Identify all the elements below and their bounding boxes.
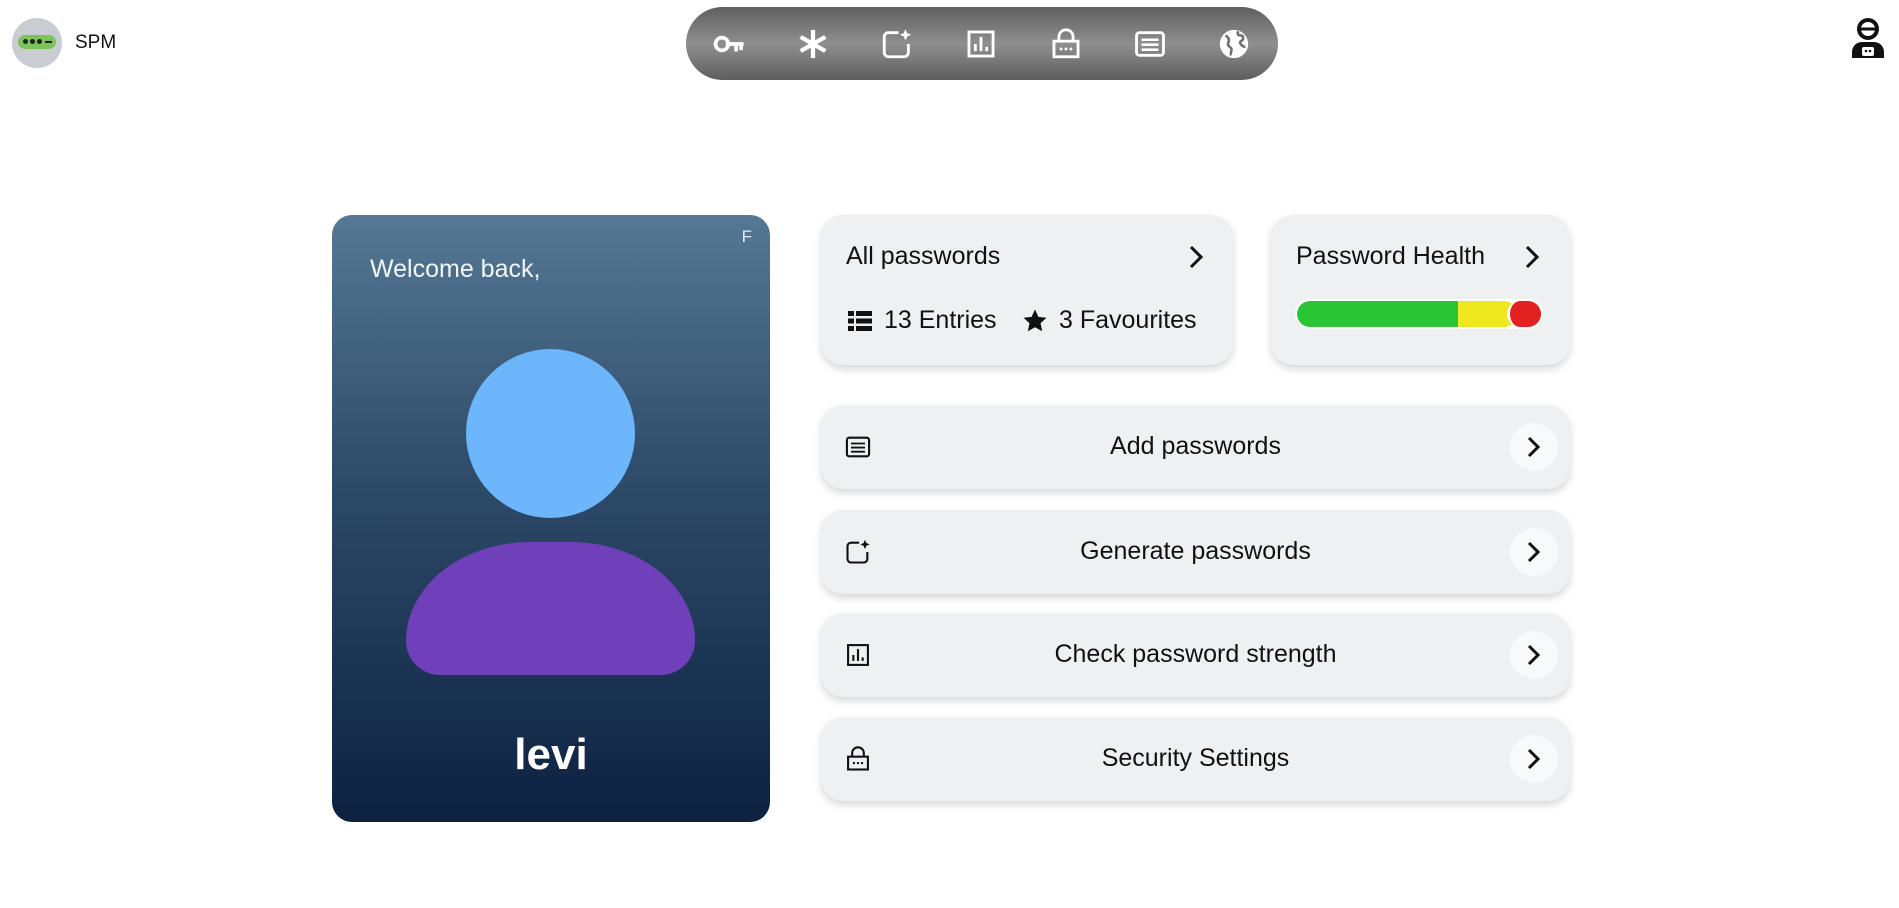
toolbar-passwords-button[interactable] xyxy=(707,22,751,66)
all-passwords-card[interactable]: All passwords 13 Entries 3 Favourites xyxy=(821,215,1233,365)
entries-count: 13 Entries xyxy=(847,306,997,335)
globe-icon xyxy=(1219,29,1249,58)
add-passwords-button[interactable]: Add passwords xyxy=(821,405,1570,489)
check-strength-chevron[interactable] xyxy=(1510,631,1558,679)
security-settings-button[interactable]: Security Settings xyxy=(821,717,1570,801)
toolbar-add-button[interactable] xyxy=(1128,22,1172,66)
key-icon xyxy=(713,35,744,52)
avatar-body xyxy=(406,542,695,675)
generate-sparkle-icon xyxy=(883,28,912,58)
chevron-right-icon xyxy=(1527,644,1541,666)
list-form-icon xyxy=(1134,30,1165,57)
add-passwords-chevron[interactable] xyxy=(1510,423,1558,471)
toolbar-asterisk-button[interactable] xyxy=(791,22,835,66)
chevron-right-icon xyxy=(1527,541,1541,563)
chevron-right-icon xyxy=(1527,436,1541,458)
toolbar-generate-button[interactable] xyxy=(875,22,919,66)
username: levi xyxy=(514,730,588,779)
add-passwords-label: Add passwords xyxy=(1110,432,1281,460)
brand-name: SPM xyxy=(75,32,117,53)
favourites-label: 3 Favourites xyxy=(1059,306,1197,334)
generate-passwords-button[interactable]: Generate passwords xyxy=(821,510,1570,594)
lock-icon xyxy=(1052,27,1080,58)
list-icon xyxy=(848,310,872,331)
user-account-icon[interactable] xyxy=(1848,16,1888,58)
chevron-right-icon[interactable] xyxy=(1521,243,1543,271)
main-toolbar xyxy=(686,7,1278,80)
welcome-text: Welcome back, xyxy=(370,255,541,283)
password-health-title: Password Health xyxy=(1296,242,1485,270)
health-segment-weak xyxy=(1507,301,1541,327)
chevron-right-icon xyxy=(1527,748,1541,770)
toolbar-strength-button[interactable] xyxy=(959,22,1003,66)
chevron-right-icon[interactable] xyxy=(1185,243,1207,271)
entries-label: 13 Entries xyxy=(884,306,997,334)
password-health-card[interactable]: Password Health xyxy=(1271,215,1570,365)
security-settings-label: Security Settings xyxy=(1101,744,1290,772)
password-health-bar xyxy=(1295,299,1543,329)
asterisk-icon xyxy=(799,29,827,58)
toolbar-web-button[interactable] xyxy=(1212,22,1256,66)
favourites-count: 3 Favourites xyxy=(1022,306,1197,335)
check-strength-button[interactable]: Check password strength xyxy=(821,613,1570,697)
password-dots-icon xyxy=(12,18,62,68)
toolbar-security-button[interactable] xyxy=(1044,22,1088,66)
bar-chart-icon xyxy=(968,30,995,57)
brand[interactable]: SPM xyxy=(12,18,116,68)
check-strength-label: Check password strength xyxy=(1054,640,1337,668)
profile-card: F Welcome back, levi xyxy=(332,215,770,822)
security-settings-chevron[interactable] xyxy=(1510,735,1558,783)
profile-flag: F xyxy=(741,227,752,246)
health-segment-strong xyxy=(1297,301,1458,327)
star-icon xyxy=(1023,309,1047,331)
generate-passwords-chevron[interactable] xyxy=(1510,528,1558,576)
all-passwords-title: All passwords xyxy=(846,242,1001,270)
avatar-head xyxy=(466,349,635,518)
generate-passwords-label: Generate passwords xyxy=(1080,537,1311,565)
